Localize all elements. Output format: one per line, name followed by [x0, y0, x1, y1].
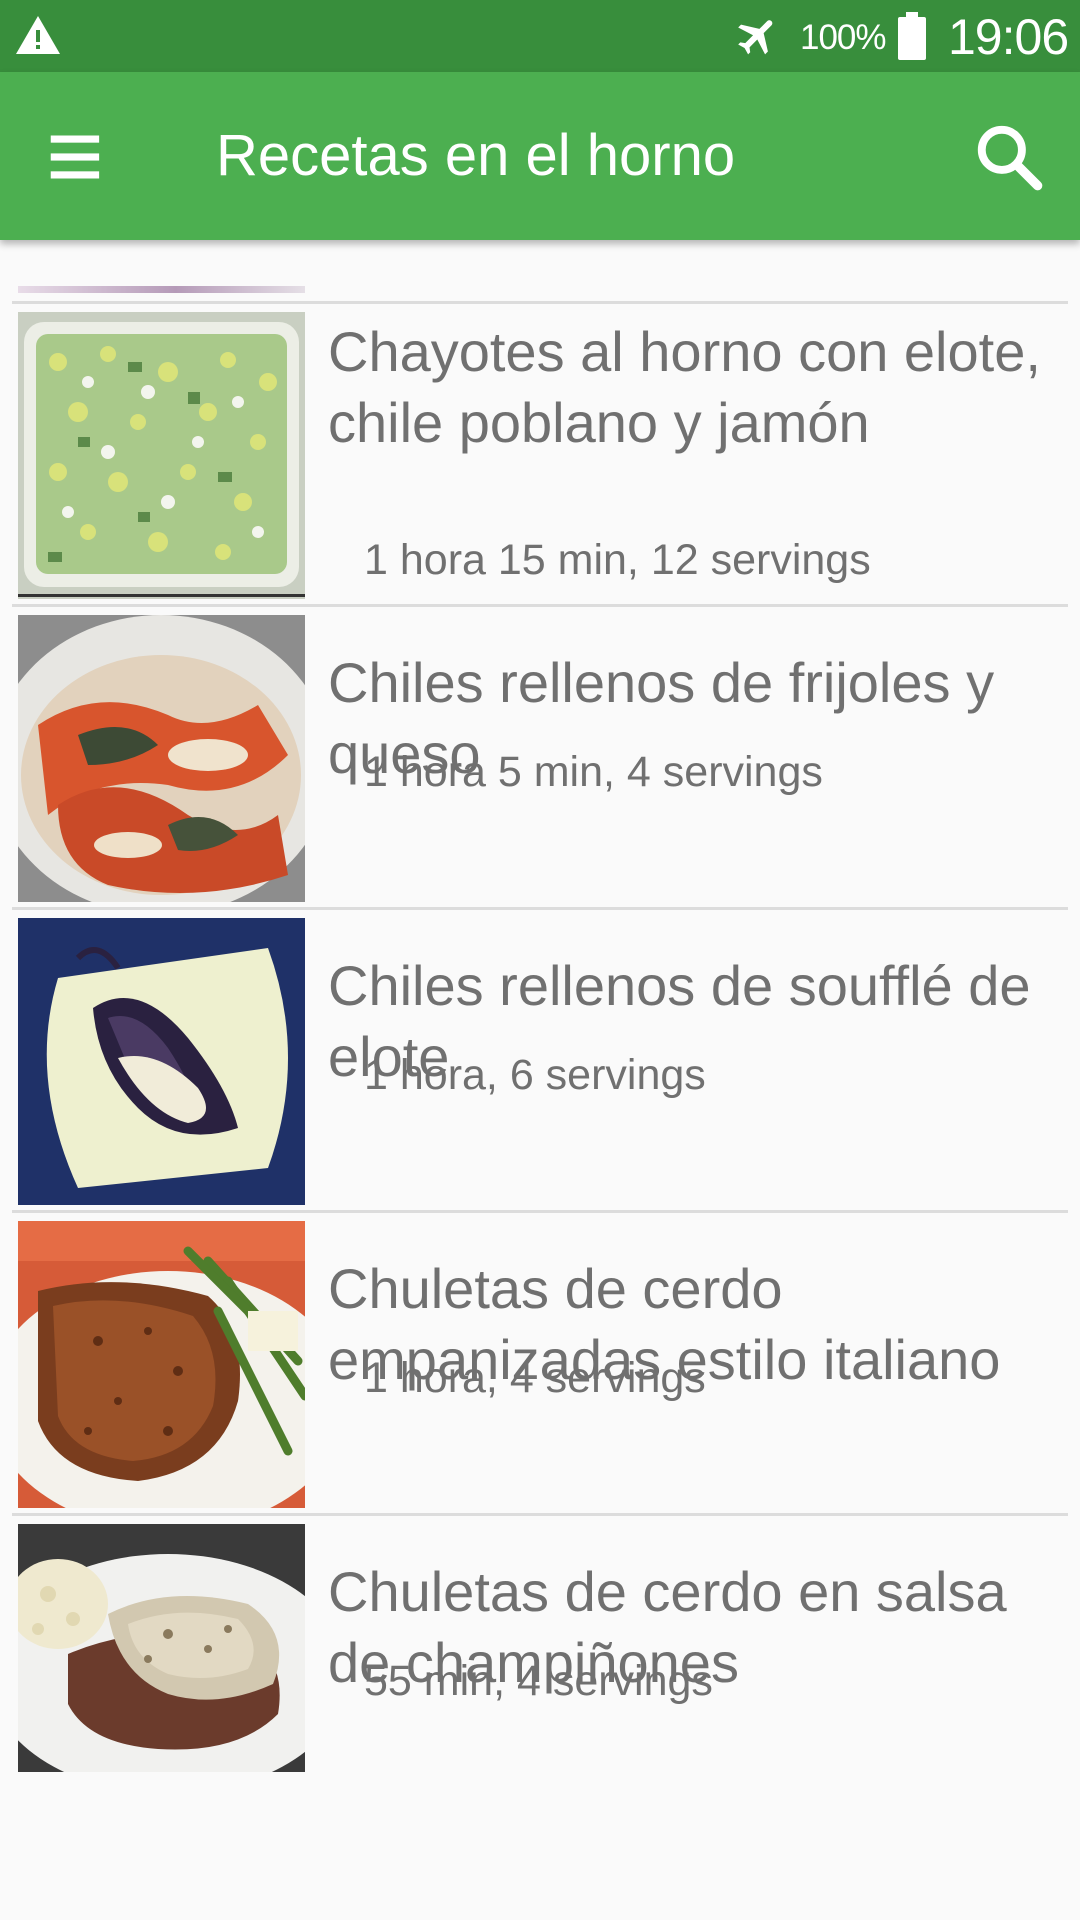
recipe-meta: 1 hora, 6 servings — [364, 1051, 706, 1099]
battery-percent: 100% — [800, 18, 887, 57]
recipe-thumbnail — [18, 1221, 305, 1508]
recipe-item[interactable]: Chuletas de cerdo en salsa de champiñone… — [0, 1516, 1080, 1816]
recipe-item[interactable]: Chiles rellenos de frijoles y queso 1 ho… — [0, 607, 1080, 907]
list-item-partial[interactable] — [0, 240, 1080, 300]
recipe-thumbnail — [18, 286, 305, 293]
recipe-title: Chayotes al horno con elote, chile pobla… — [328, 320, 1041, 454]
app-bar: Recetas en el horno — [0, 72, 1080, 240]
recipe-thumbnail — [18, 918, 305, 1205]
battery-icon — [898, 12, 926, 60]
menu-icon[interactable] — [40, 114, 126, 200]
recipe-item[interactable]: Chayotes al horno con elote, chile pobla… — [0, 304, 1080, 604]
recipe-meta: 1 hora, 4 servings — [364, 1354, 706, 1402]
warning-icon — [16, 16, 60, 54]
recipe-thumbnail — [18, 312, 305, 599]
status-bar: 100% 19:06 — [0, 0, 1080, 72]
search-icon[interactable] — [966, 114, 1052, 200]
recipe-meta: 55 min, 4 servings — [364, 1657, 713, 1705]
recipe-item[interactable]: Chiles rellenos de soufflé de elote 1 ho… — [0, 910, 1080, 1210]
airplane-mode-icon — [738, 20, 773, 55]
recipe-thumbnail — [18, 615, 305, 902]
recipe-meta: 1 hora 5 min, 4 servings — [364, 748, 823, 796]
page-title: Recetas en el horno — [216, 123, 736, 188]
recipe-item[interactable]: Chuletas de cerdo empanizadas estilo ita… — [0, 1213, 1080, 1513]
clock: 19:06 — [948, 9, 1069, 65]
recipe-meta: 1 hora 15 min, 12 servings — [364, 536, 871, 584]
recipe-thumbnail — [18, 1524, 305, 1772]
